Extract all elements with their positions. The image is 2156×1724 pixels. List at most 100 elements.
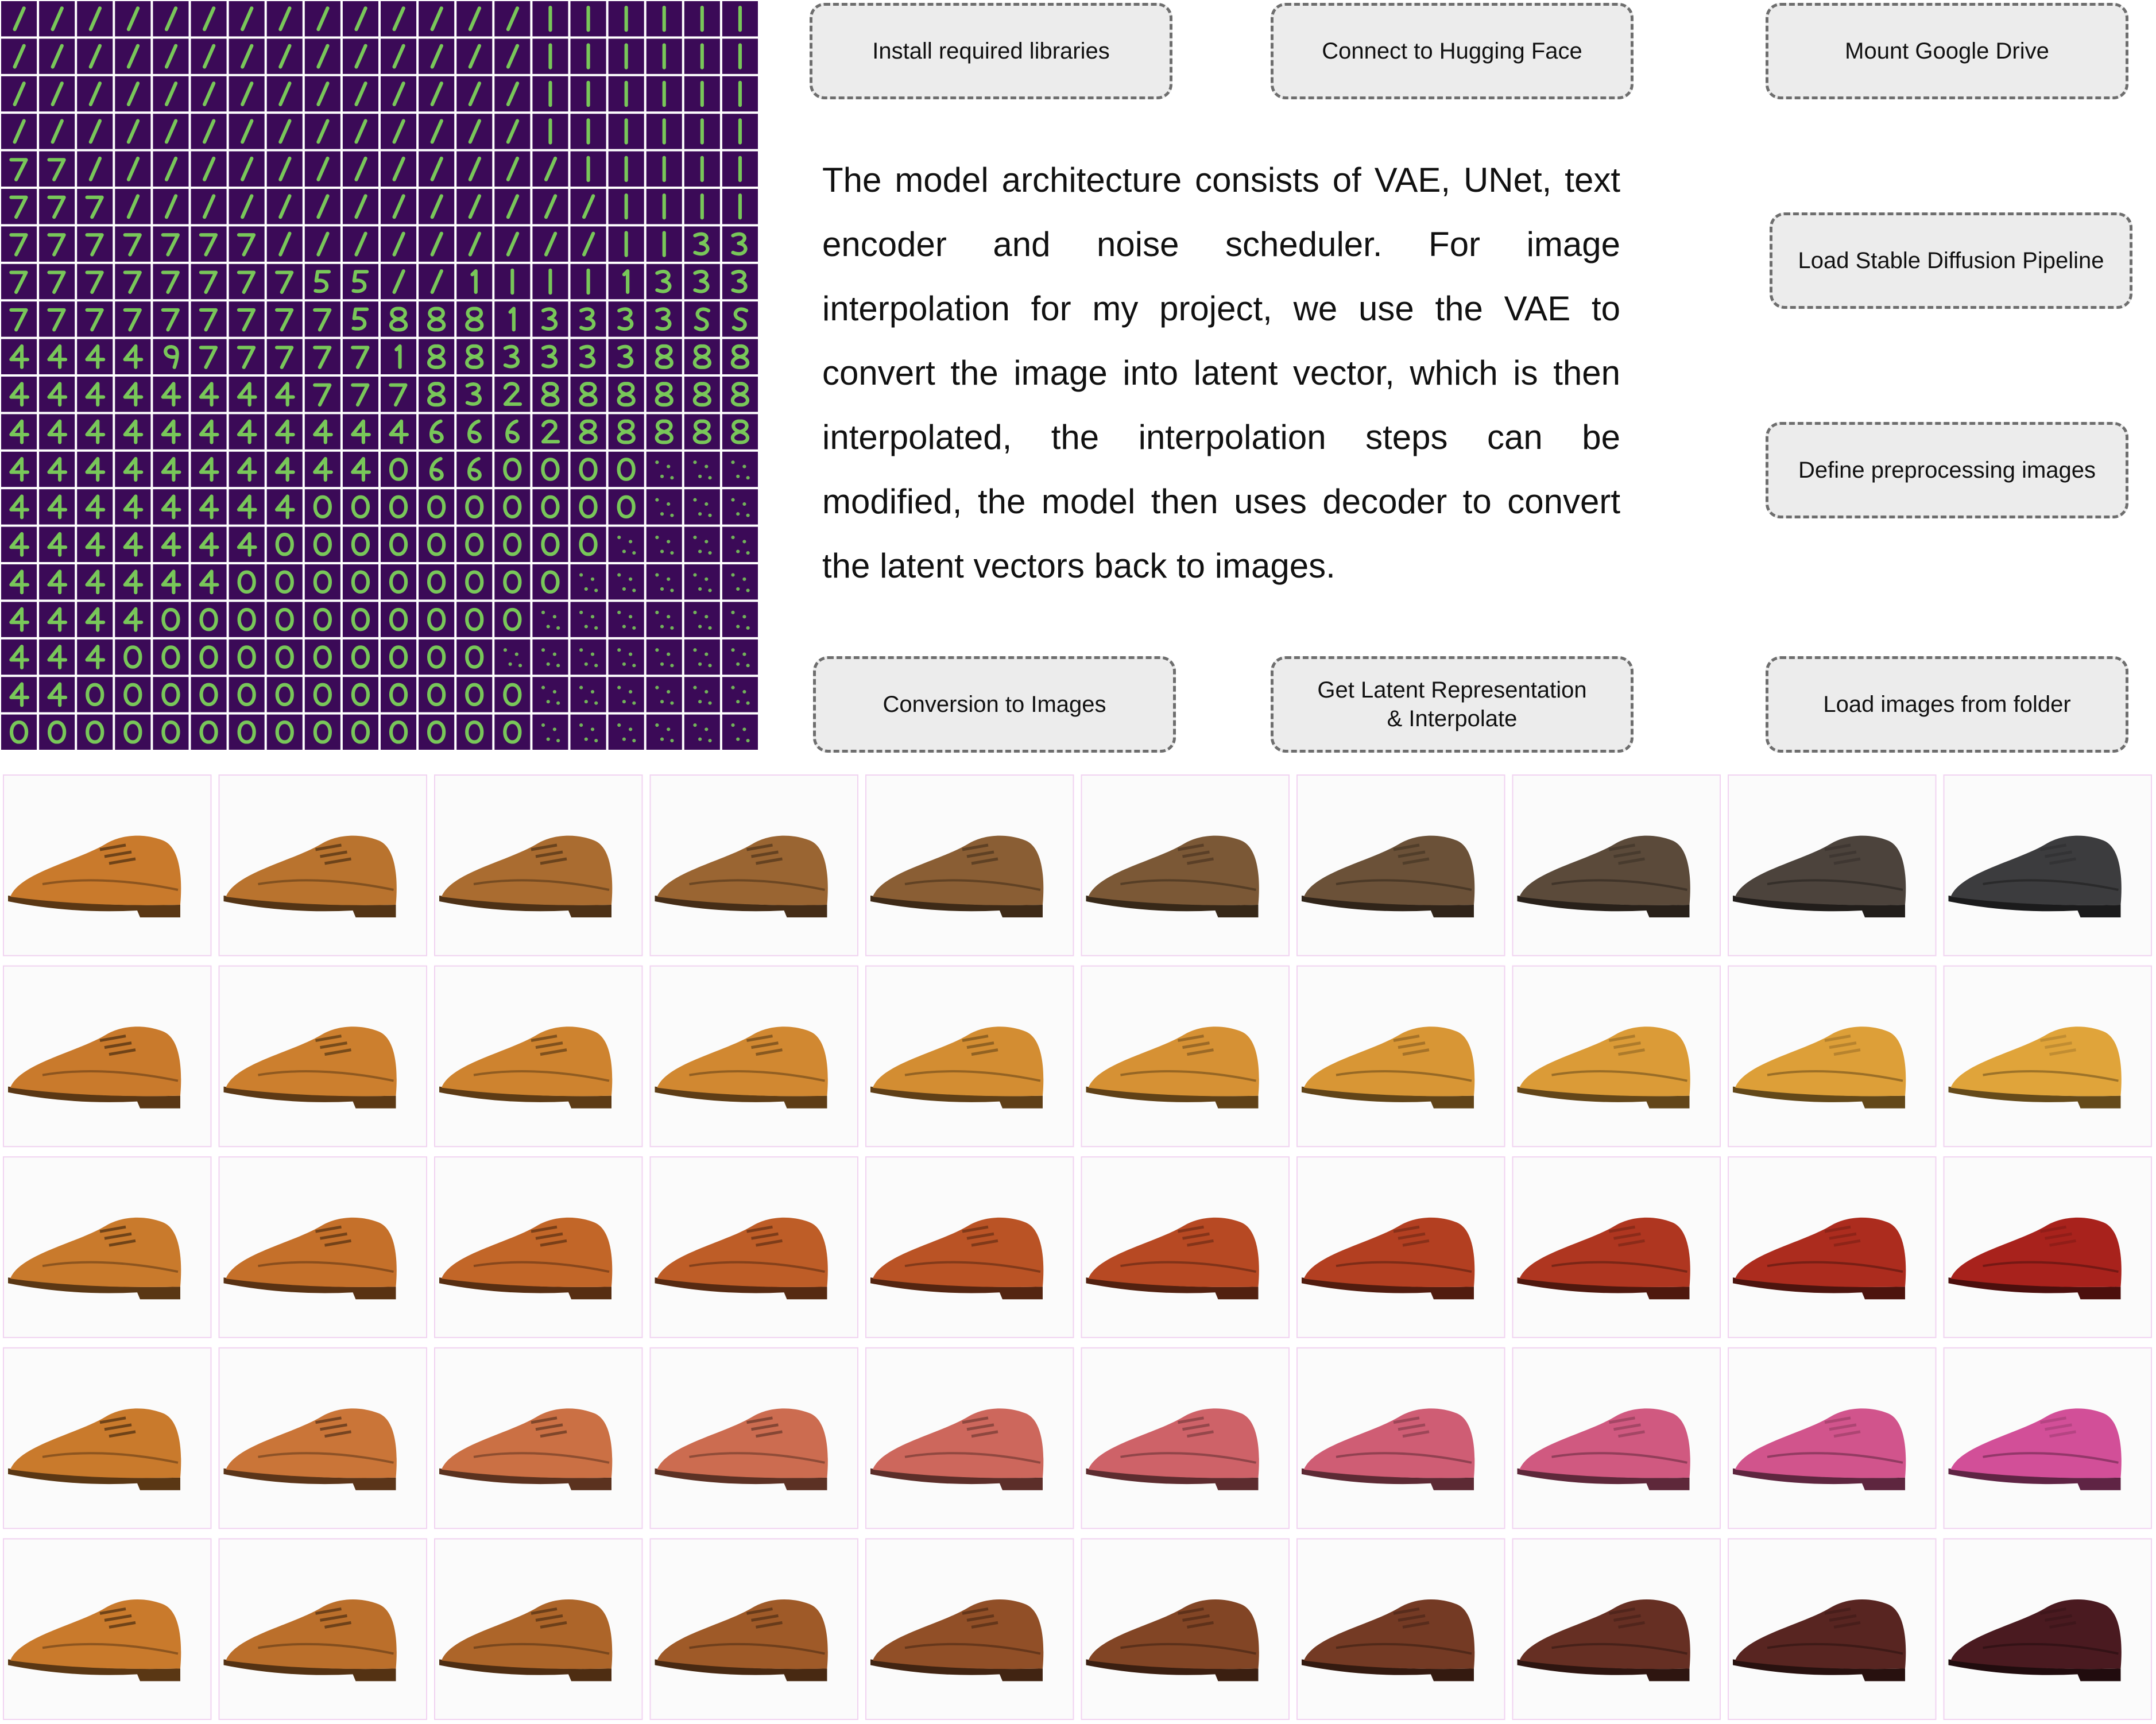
- mnist-cell: [456, 189, 493, 224]
- mnist-cell: [646, 714, 682, 750]
- mnist-cell: [1, 677, 37, 712]
- shoe-cell: [3, 965, 212, 1148]
- shoe-cell: [218, 1538, 427, 1721]
- mnist-cell: [494, 226, 531, 262]
- mnist-cell: [229, 377, 265, 412]
- mnist-cell: [608, 189, 644, 224]
- mnist-cell: [39, 151, 75, 187]
- mnist-cell: [77, 339, 113, 374]
- mnist-cell: [266, 639, 303, 675]
- mnist-cell: [419, 264, 455, 300]
- shoe-cell: [1512, 1156, 1721, 1338]
- mnist-cell: [115, 38, 151, 74]
- mnist-cell: [419, 1, 455, 37]
- mnist-cell: [684, 339, 720, 374]
- shoe-cell: [218, 965, 427, 1148]
- mnist-cell: [153, 526, 189, 562]
- shoe-cell: [649, 1538, 858, 1721]
- mnist-cell: [532, 264, 568, 300]
- mnist-cell: [456, 602, 493, 637]
- mnist-cell: [115, 377, 151, 412]
- mnist-cell: [304, 189, 340, 224]
- mnist-cell: [532, 602, 568, 637]
- mnist-cell: [115, 489, 151, 525]
- shoe-cell: [1512, 774, 1721, 956]
- mnist-cell: [1, 189, 37, 224]
- mnist-cell: [191, 189, 227, 224]
- mnist-cell: [115, 526, 151, 562]
- mnist-cell: [229, 714, 265, 750]
- mnist-cell: [342, 451, 378, 487]
- mnist-cell: [456, 489, 493, 525]
- mnist-cell: [39, 76, 75, 112]
- mnist-cell: [115, 414, 151, 450]
- mnist-cell: [532, 414, 568, 450]
- mnist-cell: [191, 264, 227, 300]
- mnist-cell: [266, 189, 303, 224]
- mnist-cell: [684, 189, 720, 224]
- mnist-cell: [646, 301, 682, 337]
- mnist-cell: [1, 414, 37, 450]
- mnist-cell: [304, 714, 340, 750]
- mnist-cell: [115, 639, 151, 675]
- shoe-cell: [1943, 774, 2152, 956]
- mnist-cell: [115, 714, 151, 750]
- mnist-cell: [39, 226, 75, 262]
- mnist-cell: [1, 301, 37, 337]
- mnist-cell: [722, 377, 758, 412]
- shoe-cell: [1728, 965, 1937, 1148]
- mnist-cell: [266, 451, 303, 487]
- mnist-cell: [722, 414, 758, 450]
- mnist-cell: [608, 339, 644, 374]
- mnist-cell: [494, 677, 531, 712]
- mnist-cell: [39, 489, 75, 525]
- mnist-cell: [39, 602, 75, 637]
- mnist-cell: [456, 639, 493, 675]
- mnist-cell: [722, 451, 758, 487]
- mnist-cell: [570, 76, 606, 112]
- mnist-cell: [304, 38, 340, 74]
- mnist-cell: [532, 226, 568, 262]
- shoe-cell: [1081, 774, 1290, 956]
- mnist-cell: [684, 226, 720, 262]
- mnist-cell: [381, 339, 417, 374]
- mnist-cell: [456, 714, 493, 750]
- mnist-cell: [646, 38, 682, 74]
- mnist-cell: [494, 526, 531, 562]
- mnist-cell: [684, 377, 720, 412]
- mnist-cell: [304, 264, 340, 300]
- mnist-cell: [266, 76, 303, 112]
- mnist-cell: [153, 714, 189, 750]
- mnist-cell: [153, 451, 189, 487]
- mnist-cell: [229, 226, 265, 262]
- mnist-cell: [646, 526, 682, 562]
- mnist-cell: [494, 451, 531, 487]
- mnist-cell: [684, 76, 720, 112]
- mnist-cell: [39, 677, 75, 712]
- mnist-cell: [266, 489, 303, 525]
- mnist-cell: [153, 1, 189, 37]
- mnist-cell: [381, 602, 417, 637]
- mnist-cell: [153, 564, 189, 600]
- mnist-cell: [1, 151, 37, 187]
- mnist-cell: [532, 451, 568, 487]
- mnist-cell: [229, 602, 265, 637]
- mnist-cell: [153, 489, 189, 525]
- mnist-cell: [684, 714, 720, 750]
- mnist-cell: [115, 301, 151, 337]
- mnist-cell: [532, 1, 568, 37]
- mnist-cell: [266, 226, 303, 262]
- mnist-interpolation-grid: [0, 0, 759, 751]
- mnist-cell: [342, 489, 378, 525]
- mnist-cell: [77, 264, 113, 300]
- mnist-cell: [115, 151, 151, 187]
- mnist-cell: [153, 151, 189, 187]
- mnist-cell: [646, 414, 682, 450]
- mnist-cell: [153, 639, 189, 675]
- mnist-cell: [456, 301, 493, 337]
- shoe-cell: [218, 1156, 427, 1338]
- shoe-cell: [1512, 965, 1721, 1148]
- mnist-cell: [532, 38, 568, 74]
- load-stable-diffusion-step: Load Stable Diffusion Pipeline: [1770, 212, 2132, 309]
- mnist-cell: [456, 264, 493, 300]
